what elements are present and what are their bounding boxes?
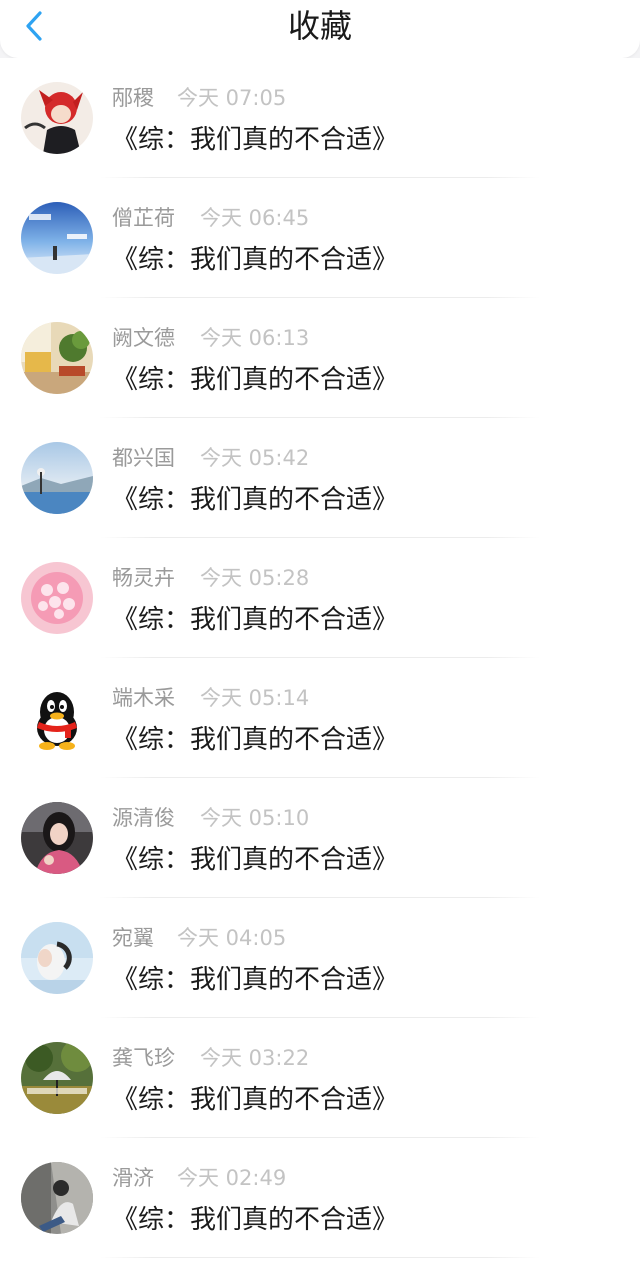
favorites-list[interactable]: 邴稷 今天 07:05 《综：我们真的不合适》 僧芷荷 今天 06:45 《综：…: [0, 58, 640, 1272]
avatar[interactable]: [21, 922, 93, 994]
list-item[interactable]: 滑济 今天 02:49 《综：我们真的不合适》: [0, 1138, 640, 1258]
avatar[interactable]: [21, 1162, 93, 1234]
user-name: 都兴国: [112, 446, 175, 470]
book-title[interactable]: 《综：我们真的不合适》: [112, 842, 398, 878]
list-item[interactable]: 阙文德 今天 06:13 《综：我们真的不合适》: [0, 298, 640, 418]
timestamp: 今天 04:05: [177, 926, 287, 950]
list-item[interactable]: 宛翼 今天 04:05 《综：我们真的不合适》: [0, 898, 640, 1018]
avatar[interactable]: [21, 562, 93, 634]
timestamp: 今天 06:45: [200, 206, 310, 230]
book-title[interactable]: 《综：我们真的不合适》: [112, 962, 398, 998]
user-name: 邴稷: [112, 86, 154, 110]
avatar[interactable]: [21, 322, 93, 394]
timestamp: 今天 07:05: [177, 86, 287, 110]
book-title[interactable]: 《综：我们真的不合适》: [112, 722, 398, 758]
user-name: 阙文德: [112, 326, 175, 350]
book-title[interactable]: 《综：我们真的不合适》: [112, 122, 398, 158]
user-name: 源清俊: [112, 806, 175, 830]
timestamp: 今天 03:22: [200, 1046, 310, 1070]
user-name: 滑济: [112, 1166, 154, 1190]
divider: [100, 1257, 540, 1258]
avatar[interactable]: [21, 682, 93, 754]
timestamp: 今天 05:42: [200, 446, 310, 470]
top-nav-bar: 收藏: [0, 0, 640, 58]
avatar[interactable]: [21, 802, 93, 874]
list-item[interactable]: 龚飞珍 今天 03:22 《综：我们真的不合适》: [0, 1018, 640, 1138]
list-item[interactable]: 畅灵卉 今天 05:28 《综：我们真的不合适》: [0, 538, 640, 658]
avatar[interactable]: [21, 82, 93, 154]
list-item[interactable]: 僧芷荷 今天 06:45 《综：我们真的不合适》: [0, 178, 640, 298]
book-title[interactable]: 《综：我们真的不合适》: [112, 242, 398, 278]
avatar[interactable]: [21, 442, 93, 514]
avatar[interactable]: [21, 202, 93, 274]
page-title: 收藏: [287, 7, 352, 45]
user-name: 僧芷荷: [112, 206, 175, 230]
timestamp: 今天 05:28: [200, 566, 310, 590]
book-title[interactable]: 《综：我们真的不合适》: [112, 362, 398, 398]
book-title[interactable]: 《综：我们真的不合适》: [112, 602, 398, 638]
timestamp: 今天 06:13: [200, 326, 310, 350]
list-item[interactable]: 都兴国 今天 05:42 《综：我们真的不合适》: [0, 418, 640, 538]
avatar[interactable]: [21, 1042, 93, 1114]
user-name: 宛翼: [112, 926, 154, 950]
list-item[interactable]: 源清俊 今天 05:10 《综：我们真的不合适》: [0, 778, 640, 898]
book-title[interactable]: 《综：我们真的不合适》: [112, 1082, 398, 1118]
book-title[interactable]: 《综：我们真的不合适》: [112, 482, 398, 518]
list-item[interactable]: 端木采 今天 05:14 《综：我们真的不合适》: [0, 658, 640, 778]
user-name: 端木采: [112, 686, 175, 710]
timestamp: 今天 05:14: [200, 686, 310, 710]
penguin-icon: [21, 682, 93, 754]
user-name: 龚飞珍: [112, 1046, 175, 1070]
user-name: 畅灵卉: [112, 566, 175, 590]
list-item[interactable]: 邴稷 今天 07:05 《综：我们真的不合适》: [0, 58, 640, 178]
timestamp: 今天 05:10: [200, 806, 310, 830]
timestamp: 今天 02:49: [177, 1166, 287, 1190]
book-title[interactable]: 《综：我们真的不合适》: [112, 1202, 398, 1238]
